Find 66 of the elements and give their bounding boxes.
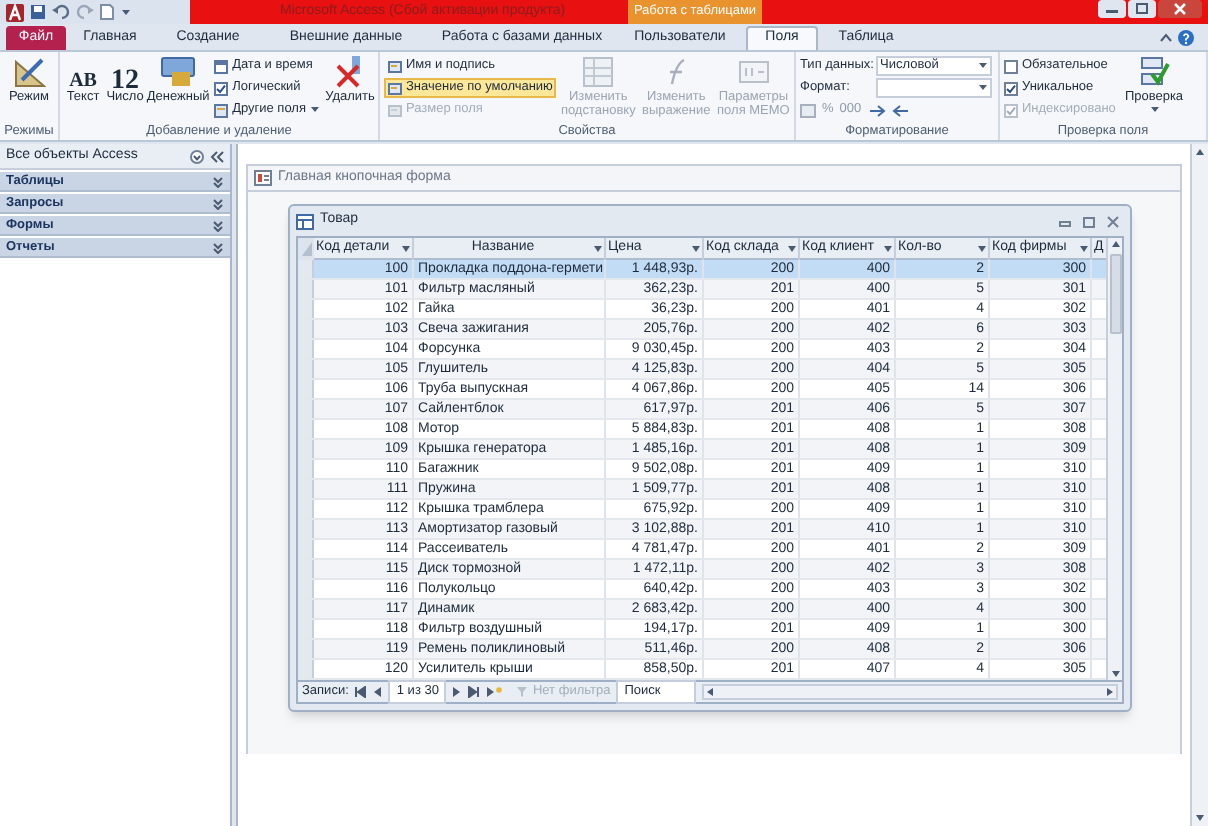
table-icon [296, 213, 314, 229]
dropdown-icon [978, 84, 988, 92]
restore-icon[interactable] [1082, 215, 1096, 227]
scroll-right-icon[interactable] [1104, 686, 1116, 698]
dropdown-icon [978, 246, 986, 252]
expand-icon [212, 197, 224, 209]
horizontal-scrollbar[interactable] [702, 684, 1118, 700]
name-tag-icon [388, 59, 402, 73]
form-icon [254, 170, 272, 186]
next-record-icon[interactable] [452, 686, 463, 698]
previous-record-icon[interactable] [372, 686, 383, 698]
checkbox[interactable] [1004, 81, 1018, 95]
undo-icon[interactable] [52, 4, 70, 20]
close-icon[interactable] [1158, 0, 1202, 18]
expand-icon [212, 175, 224, 187]
field-type-glyph: 12 [111, 64, 140, 88]
scroll-up-icon[interactable] [1194, 146, 1206, 158]
funnel-icon [516, 686, 529, 698]
minimize-icon[interactable] [1098, 0, 1126, 18]
delete-column-icon [333, 56, 366, 88]
dropdown-icon[interactable] [120, 4, 132, 20]
calendar-icon [214, 59, 229, 73]
dropdown-icon [978, 62, 988, 70]
dropdown-icon [1149, 106, 1159, 114]
dropdown-icon [788, 246, 796, 252]
page-icon[interactable] [100, 4, 114, 20]
expand-icon [212, 241, 224, 253]
dropdown-icon [309, 106, 320, 114]
help-icon[interactable] [1178, 30, 1194, 46]
decrease-decimals-icon[interactable] [891, 103, 910, 117]
scroll-left-icon[interactable] [704, 686, 717, 698]
dropdown-icon [884, 246, 892, 252]
validation-icon [1138, 56, 1170, 88]
maximize-icon[interactable] [1128, 0, 1156, 18]
first-record-icon[interactable] [354, 686, 367, 698]
ruler-pencil-icon [13, 56, 45, 88]
vertical-scrollbar[interactable] [1190, 144, 1208, 826]
last-record-icon[interactable] [468, 686, 481, 698]
vertical-scrollbar[interactable] [1106, 238, 1122, 680]
table-grid-icon [582, 56, 615, 88]
scroll-down-icon[interactable] [1194, 812, 1206, 824]
collapse-ribbon-icon[interactable] [1160, 32, 1172, 44]
collapse-pane-icon[interactable] [210, 149, 224, 163]
minimize-icon[interactable] [1058, 215, 1072, 227]
checkbox-icon [214, 81, 229, 95]
currency-format-icon[interactable] [800, 103, 816, 117]
increase-decimals-icon[interactable] [867, 103, 886, 117]
checkbox[interactable] [1004, 59, 1018, 73]
access-logo-icon[interactable] [6, 3, 24, 21]
default-value-icon [388, 81, 402, 95]
dropdown-icon [1080, 246, 1088, 252]
field-type-glyph: AB [69, 68, 97, 88]
redo-icon[interactable] [76, 4, 94, 20]
new-record-icon[interactable] [486, 686, 503, 698]
field-list-icon [214, 103, 229, 117]
money-icon [160, 56, 197, 88]
scroll-up-icon[interactable] [1109, 238, 1121, 250]
dropdown-circle-icon[interactable] [190, 149, 204, 163]
dropdown-icon [594, 246, 602, 252]
dropdown-icon [402, 246, 410, 252]
dropdown-icon [692, 246, 700, 252]
field-size-icon [388, 103, 402, 117]
memo-field-icon [737, 56, 770, 88]
close-icon[interactable] [1106, 215, 1120, 227]
save-icon[interactable] [30, 4, 46, 20]
expand-icon [212, 219, 224, 231]
